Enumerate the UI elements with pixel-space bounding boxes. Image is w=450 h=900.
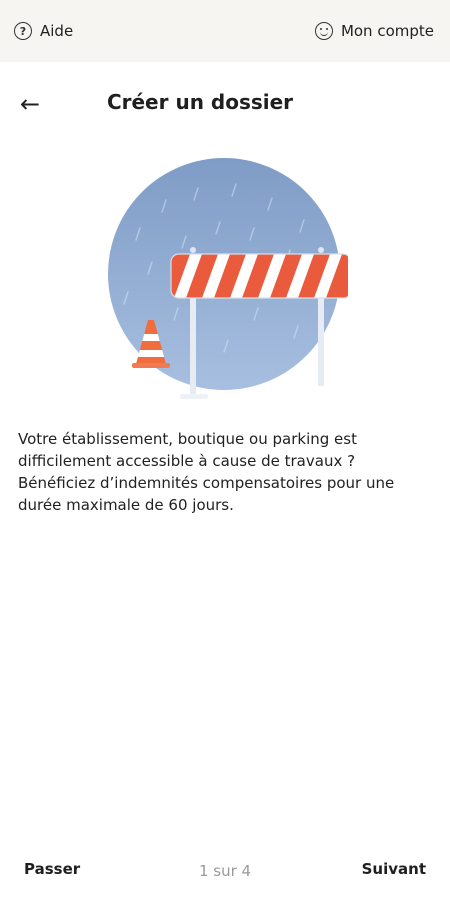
top-bar: ? Aide Mon compte <box>0 0 450 62</box>
screen: ? Aide Mon compte ← Créer un dossier Vot… <box>0 0 450 900</box>
onboarding-footer: Passer 1 sur 4 Suivant <box>0 852 450 892</box>
help-label: Aide <box>40 22 74 40</box>
page-header: ← Créer un dossier <box>0 80 450 126</box>
question-circle-icon: ? <box>14 22 32 40</box>
page-title: Créer un dossier <box>106 90 294 114</box>
description-text: Votre établissement, boutique ou parking… <box>18 430 395 514</box>
account-link[interactable]: Mon compte <box>314 19 434 43</box>
smiley-user-icon <box>314 22 333 40</box>
road-barrier-icon <box>108 158 352 399</box>
help-link[interactable]: ? Aide <box>14 19 73 43</box>
barrier-illustration <box>108 158 352 408</box>
account-label: Mon compte <box>340 22 434 40</box>
next-button[interactable]: Suivant <box>362 860 426 878</box>
